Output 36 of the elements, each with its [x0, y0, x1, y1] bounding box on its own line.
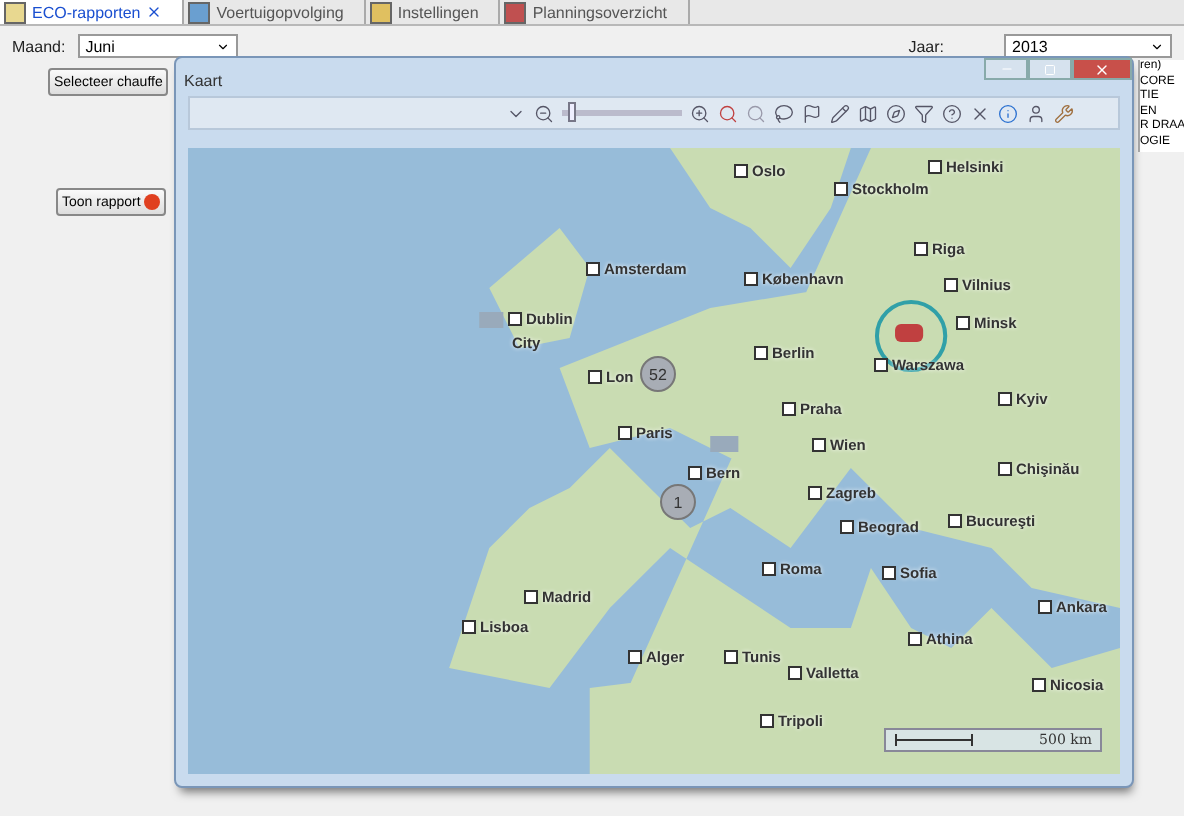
zoom-out-icon[interactable] [534, 103, 554, 123]
filter-icon[interactable] [914, 103, 934, 123]
person-icon[interactable] [1026, 103, 1046, 123]
info-icon[interactable] [998, 103, 1018, 123]
tab[interactable]: Planningsoverzicht [500, 0, 689, 24]
scale-line-icon [894, 734, 974, 746]
tab[interactable]: Voertuigopvolging [184, 0, 366, 24]
year-dropdown[interactable]: 2013 [1004, 34, 1172, 58]
lasso-icon[interactable] [774, 103, 794, 123]
tab[interactable]: ECO-rapporten [0, 0, 185, 24]
flag-icon[interactable] [802, 103, 822, 123]
magnifier-icon[interactable] [718, 103, 738, 123]
zoom-in-icon[interactable] [690, 103, 710, 123]
pencil-icon[interactable] [830, 103, 850, 123]
month-label: Maand: [12, 37, 66, 55]
help-icon[interactable] [942, 103, 962, 123]
close-icon [1094, 61, 1110, 77]
map-icon[interactable] [858, 103, 878, 123]
map-drawing[interactable] [188, 148, 1120, 774]
window-title: Kaart [184, 72, 223, 90]
compass-icon[interactable] [886, 103, 906, 123]
close-icon[interactable] [146, 4, 163, 20]
caret-icon [1150, 39, 1164, 53]
tab-icon [4, 1, 26, 23]
tab-icon [504, 1, 527, 23]
caret-icon [215, 39, 230, 53]
maximize-icon [1044, 63, 1056, 75]
wrench-icon[interactable] [1054, 103, 1074, 123]
month-dropdown[interactable]: Juni [77, 34, 238, 58]
minimize-icon [999, 62, 1013, 76]
tab-icon [369, 1, 392, 23]
tab[interactable]: Instellingen [365, 0, 501, 24]
close-icon[interactable] [970, 103, 990, 123]
slider-thumb[interactable] [568, 102, 576, 122]
year-label: Jaar: [908, 37, 944, 55]
tab-icon [188, 1, 211, 23]
